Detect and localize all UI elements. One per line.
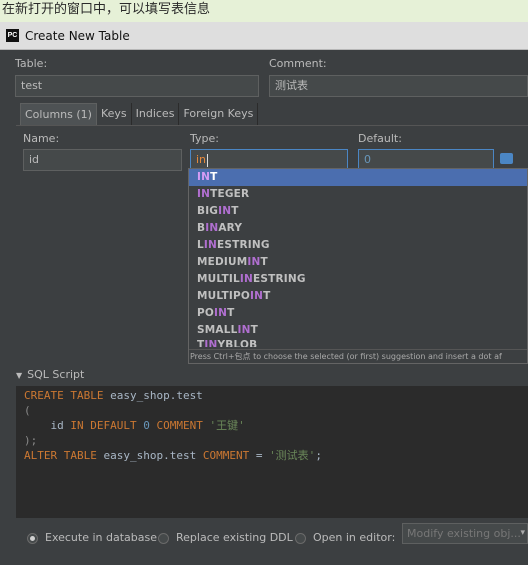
column-name-label: Name: [23,132,60,145]
tab-foreign-keys[interactable]: Foreign Keys [179,103,259,125]
comment-bubble-icon[interactable] [500,153,513,164]
sql-line: ( [24,404,31,417]
window-titlebar: PC Create New Table [0,22,528,50]
sql-script-header[interactable]: ▼ SQL Script [16,368,84,381]
chevron-down-icon: ▾ [520,528,525,538]
caption-text: 在新打开的窗口中，可以填写表信息 [0,0,528,22]
table-comment-input[interactable]: 测试表 [269,75,528,97]
editor-mode-select[interactable]: Modify existing obj... ▾ [402,523,528,544]
type-suggestion-popup: INT INTEGER BIGINT BINARY LINESTRING MEDIUMIN… [188,168,528,364]
suggestion-item[interactable]: BIGINT [189,203,527,220]
suggestion-item[interactable]: INTEGER [189,186,527,203]
sql-line: ); [24,434,38,447]
open-editor-label[interactable]: Open in editor: [313,531,395,544]
execute-label[interactable]: Execute in database [45,531,157,544]
suggestion-item[interactable]: LINESTRING [189,237,527,254]
sql-script-label: SQL Script [27,368,85,381]
suggestion-item[interactable]: POINT [189,305,527,322]
execute-radio[interactable] [27,533,38,544]
table-tabs: Columns (1) Keys Indices Foreign Keys [20,103,259,125]
suggestion-list: INT INTEGER BIGINT BINARY LINESTRING MEDIUMIN… [189,169,527,347]
column-type-value: in [196,153,207,166]
window-title: Create New Table [25,28,130,43]
column-default-label: Default: [358,132,402,145]
column-name-input[interactable]: id [23,149,182,171]
comment-label: Comment: [269,57,327,70]
editor-mode-value: Modify existing obj... [407,527,521,540]
open-editor-radio[interactable] [295,533,306,544]
table-label: Table: [15,57,48,70]
tab-columns[interactable]: Columns (1) [20,103,97,125]
table-name-input[interactable]: test [15,75,259,97]
suggestion-item[interactable]: MULTIPOINT [189,288,527,305]
text-cursor [207,153,209,167]
suggestion-item[interactable]: MULTILINESTRING [189,271,527,288]
pycharm-app-icon: PC [6,29,19,42]
suggestion-item[interactable]: BINARY [189,220,527,237]
suggestion-item[interactable]: TINYBLOB [189,339,527,347]
sql-line: ALTER TABLE easy_shop.test COMMENT = '测试… [24,449,322,462]
suggestion-item[interactable]: SMALLINT [189,322,527,339]
suggestion-item[interactable]: INT [189,169,527,186]
column-type-label: Type: [190,132,219,145]
replace-ddl-radio[interactable] [158,533,169,544]
completion-hint: Press Ctrl+包点 to choose the selected (or… [189,349,527,363]
tab-indices[interactable]: Indices [132,103,180,125]
sql-script-editor[interactable]: CREATE TABLE easy_shop.test ( id IN DEFAU… [16,386,528,518]
bottom-options: Execute in database Replace existing DDL… [0,518,528,565]
sql-line: CREATE TABLE easy_shop.test [24,389,203,402]
collapse-triangle-icon[interactable]: ▼ [16,371,22,380]
replace-ddl-label[interactable]: Replace existing DDL [176,531,293,544]
sql-line: id IN DEFAULT 0 COMMENT '王键' [24,419,245,432]
suggestion-item[interactable]: MEDIUMINT [189,254,527,271]
tab-keys[interactable]: Keys [97,103,132,125]
create-table-dialog: Table: test Comment: 测试表 Columns (1) Key… [0,50,528,565]
